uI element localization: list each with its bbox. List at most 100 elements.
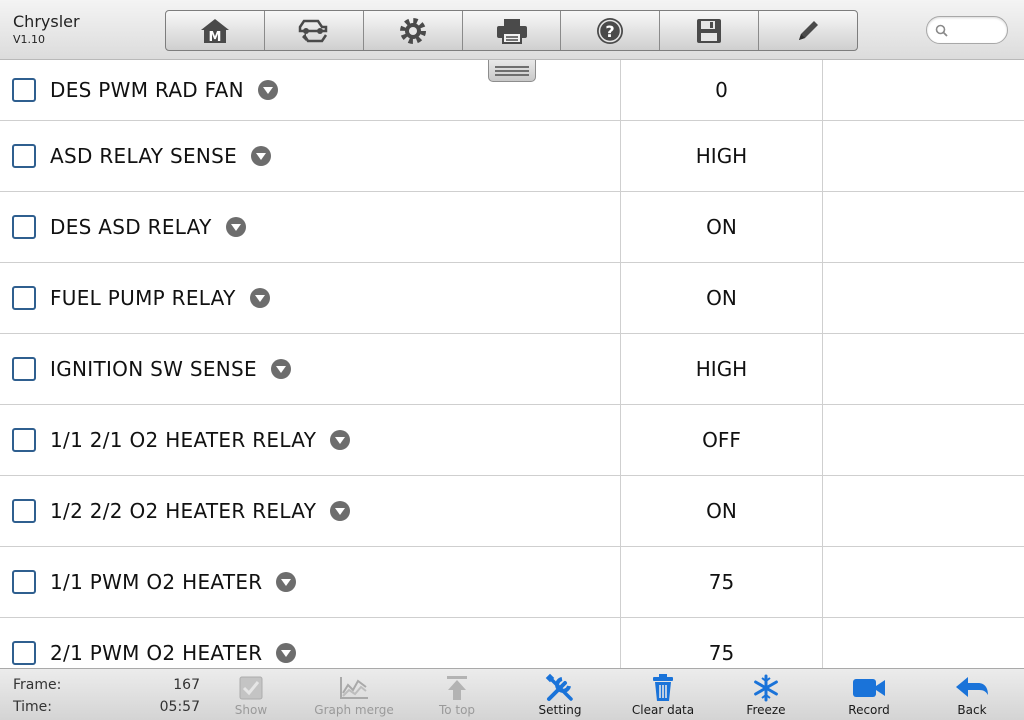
parameter-value: 0 (621, 60, 823, 120)
arrow-up-icon (447, 676, 467, 700)
row-checkbox[interactable] (12, 144, 36, 168)
parameter-cell: FUEL PUMP RELAY (0, 263, 621, 333)
app-version: V1.10 (13, 33, 46, 46)
frame-value: 167 (173, 677, 200, 693)
parameter-name: 1/1 2/1 O2 HEATER RELAY (50, 428, 317, 452)
clear-data-button[interactable]: Clear data (618, 673, 708, 719)
trash-icon (653, 674, 673, 701)
dropdown-arrow-icon[interactable] (330, 501, 351, 521)
settings-button[interactable] (364, 11, 463, 50)
dropdown-arrow-icon[interactable] (330, 430, 351, 450)
bottom-bar: Frame: 167 Time: 05:57 Show Graph merge (0, 668, 1024, 720)
record-button[interactable]: Record (824, 673, 914, 719)
parameter-unit (823, 334, 1024, 404)
help-icon: ? (597, 17, 624, 44)
record-label: Record (848, 703, 890, 717)
gear-icon (399, 17, 426, 44)
vehicle-swap-button[interactable] (265, 11, 364, 50)
table-row: ASD RELAY SENSE HIGH (0, 121, 1024, 192)
show-label: Show (234, 703, 268, 717)
home-button[interactable]: M (166, 11, 265, 50)
row-checkbox[interactable] (12, 499, 36, 523)
parameter-cell: DES ASD RELAY (0, 192, 621, 262)
parameter-name: 2/1 PWM O2 HEATER (50, 641, 263, 665)
dropdown-arrow-icon[interactable] (249, 288, 270, 308)
table-row: FUEL PUMP RELAY ON (0, 263, 1024, 334)
dropdown-arrow-icon[interactable] (251, 146, 272, 166)
row-checkbox[interactable] (12, 357, 36, 381)
parameter-cell: 1/1 2/1 O2 HEATER RELAY (0, 405, 621, 475)
main-toolbar: M ? (165, 10, 858, 51)
parameter-value: 75 (621, 547, 823, 617)
home-icon: M (200, 18, 229, 45)
row-checkbox[interactable] (12, 641, 36, 665)
search-box[interactable] (926, 16, 1008, 44)
dropdown-arrow-icon[interactable] (276, 572, 297, 592)
clear-data-label: Clear data (631, 703, 695, 717)
table-row: 1/2 2/2 O2 HEATER RELAY ON (0, 476, 1024, 547)
pencil-icon (799, 20, 819, 40)
parameter-unit (823, 192, 1024, 262)
graph-merge-button[interactable]: Graph merge (309, 673, 399, 719)
toolbar-drag-handle[interactable] (488, 60, 536, 82)
back-label: Back (957, 703, 987, 717)
svg-text:?: ? (606, 22, 615, 41)
parameter-value: ON (621, 476, 823, 546)
search-icon (935, 24, 948, 37)
parameter-name: FUEL PUMP RELAY (50, 286, 236, 310)
save-button[interactable] (660, 11, 760, 50)
dropdown-arrow-icon[interactable] (225, 217, 246, 237)
dropdown-arrow-icon[interactable] (257, 80, 278, 100)
parameter-name: DES PWM RAD FAN (50, 78, 244, 102)
graph-merge-label: Graph merge (314, 703, 394, 717)
parameter-name: 1/2 2/2 O2 HEATER RELAY (50, 499, 317, 523)
parameter-unit (823, 263, 1024, 333)
parameter-cell: ASD RELAY SENSE (0, 121, 621, 191)
parameter-unit (823, 476, 1024, 546)
table-row: 2/1 PWM O2 HEATER 75 (0, 618, 1024, 668)
freeze-label: Freeze (746, 703, 786, 717)
to-top-button[interactable]: To top (412, 673, 502, 719)
row-checkbox[interactable] (12, 286, 36, 310)
print-button[interactable] (463, 11, 562, 50)
to-top-label: To top (438, 703, 476, 717)
frame-label: Frame: (13, 677, 62, 693)
save-icon (697, 18, 722, 43)
graph-merge-icon (340, 677, 368, 699)
freeze-button[interactable]: Freeze (721, 673, 811, 719)
parameter-cell: IGNITION SW SENSE (0, 334, 621, 404)
top-bar: Chrysler V1.10 M ? (0, 0, 1024, 60)
back-button[interactable]: Back (927, 673, 1017, 719)
app-window: Chrysler V1.10 M ? DES PWM RAD FAN 0 ASD… (0, 0, 1024, 720)
parameter-value: HIGH (621, 121, 823, 191)
back-arrow-icon (956, 677, 988, 697)
app-title: Chrysler (13, 12, 80, 31)
dropdown-arrow-icon[interactable] (271, 359, 291, 379)
dropdown-arrow-icon[interactable] (276, 643, 297, 663)
vehicle-swap-icon (298, 19, 328, 42)
row-checkbox[interactable] (12, 78, 36, 102)
help-button[interactable]: ? (561, 11, 661, 50)
row-checkbox[interactable] (12, 570, 36, 594)
wrench-screwdriver-icon (545, 673, 573, 701)
row-checkbox[interactable] (12, 428, 36, 452)
parameter-value: ON (621, 192, 823, 262)
row-checkbox[interactable] (12, 215, 36, 239)
time-label: Time: (13, 699, 52, 715)
table-row: DES ASD RELAY ON (0, 192, 1024, 263)
parameter-cell: 1/1 PWM O2 HEATER (0, 547, 621, 617)
time-value: 05:57 (159, 699, 200, 715)
table-row: 1/1 2/1 O2 HEATER RELAY OFF (0, 405, 1024, 476)
parameter-cell: 2/1 PWM O2 HEATER (0, 618, 621, 668)
parameter-unit (823, 405, 1024, 475)
table-row: IGNITION SW SENSE HIGH (0, 334, 1024, 405)
setting-label: Setting (538, 703, 582, 717)
edit-button[interactable] (759, 11, 857, 50)
show-button[interactable]: Show (206, 673, 296, 719)
parameter-unit (823, 121, 1024, 191)
search-input[interactable] (949, 21, 1003, 39)
parameter-name: DES ASD RELAY (50, 215, 212, 239)
printer-icon (496, 18, 527, 44)
parameter-value: ON (621, 263, 823, 333)
setting-button[interactable]: Setting (515, 673, 605, 719)
